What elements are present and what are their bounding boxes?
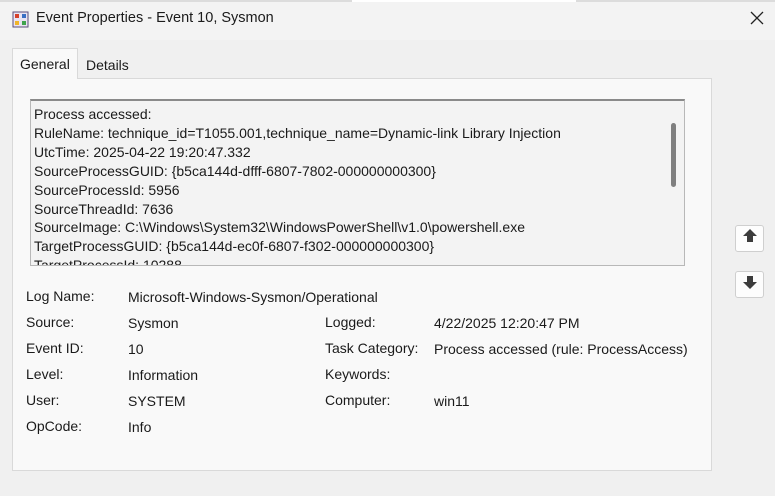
description-line: TargetProcessId: 10288: [34, 257, 182, 266]
source-value: Sysmon: [128, 315, 179, 331]
description-line: SourceThreadId: 7636: [34, 200, 174, 217]
user-value: SYSTEM: [128, 393, 186, 409]
task-category-value: Process accessed (rule: ProcessAccess): [434, 341, 688, 357]
general-panel: Process accessed: RuleName: technique_id…: [12, 78, 712, 471]
window-title: Event Properties - Event 10, Sysmon: [36, 10, 274, 26]
description-line: RuleName: technique_id=T1055.001,techniq…: [34, 124, 561, 141]
event-viewer-icon: [12, 11, 29, 28]
logged-value: 4/22/2025 12:20:47 PM: [434, 315, 580, 331]
close-button[interactable]: [738, 0, 775, 40]
log-name-value: Microsoft-Windows-Sysmon/Operational: [128, 289, 378, 305]
opcode-label: OpCode:: [26, 418, 83, 434]
event-id-value: 10: [128, 341, 144, 357]
event-description-text: Process accessed: RuleName: technique_id…: [34, 105, 561, 266]
title-bar: Event Properties - Event 10, Sysmon: [0, 0, 775, 40]
log-name-label: Log Name:: [26, 288, 95, 304]
event-description-box[interactable]: Process accessed: RuleName: technique_id…: [30, 99, 685, 266]
arrow-up-icon: [742, 228, 758, 249]
tab-details[interactable]: Details: [79, 53, 136, 78]
description-line: Process accessed:: [34, 106, 152, 122]
task-category-label: Task Category:: [325, 340, 419, 356]
tab-general[interactable]: General: [12, 48, 78, 79]
description-line: SourceProcessGUID: {b5ca144d-dfff-6807-7…: [34, 162, 436, 179]
previous-event-button[interactable]: [735, 225, 764, 252]
description-line: SourceProcessId: 5956: [34, 181, 180, 198]
keywords-label: Keywords:: [325, 366, 391, 382]
level-label: Level:: [26, 366, 64, 382]
description-line: TargetProcessGUID: {b5ca144d-ec0f-6807-f…: [34, 238, 435, 255]
source-label: Source:: [26, 314, 75, 330]
computer-label: Computer:: [325, 392, 391, 408]
event-id-label: Event ID:: [26, 340, 84, 356]
description-scrollbar[interactable]: [671, 123, 676, 187]
level-value: Information: [128, 367, 199, 383]
description-line: UtcTime: 2025-04-22 19:20:47.332: [34, 143, 251, 160]
opcode-value: Info: [128, 419, 152, 435]
description-line: SourceImage: C:\Windows\System32\Windows…: [34, 219, 525, 236]
logged-label: Logged:: [325, 314, 376, 330]
next-event-button[interactable]: [735, 271, 764, 298]
computer-value: win11: [434, 393, 470, 409]
window-top-edge: [0, 0, 775, 2]
close-icon: [750, 11, 764, 30]
arrow-down-icon: [742, 274, 758, 295]
user-label: User:: [26, 392, 60, 408]
